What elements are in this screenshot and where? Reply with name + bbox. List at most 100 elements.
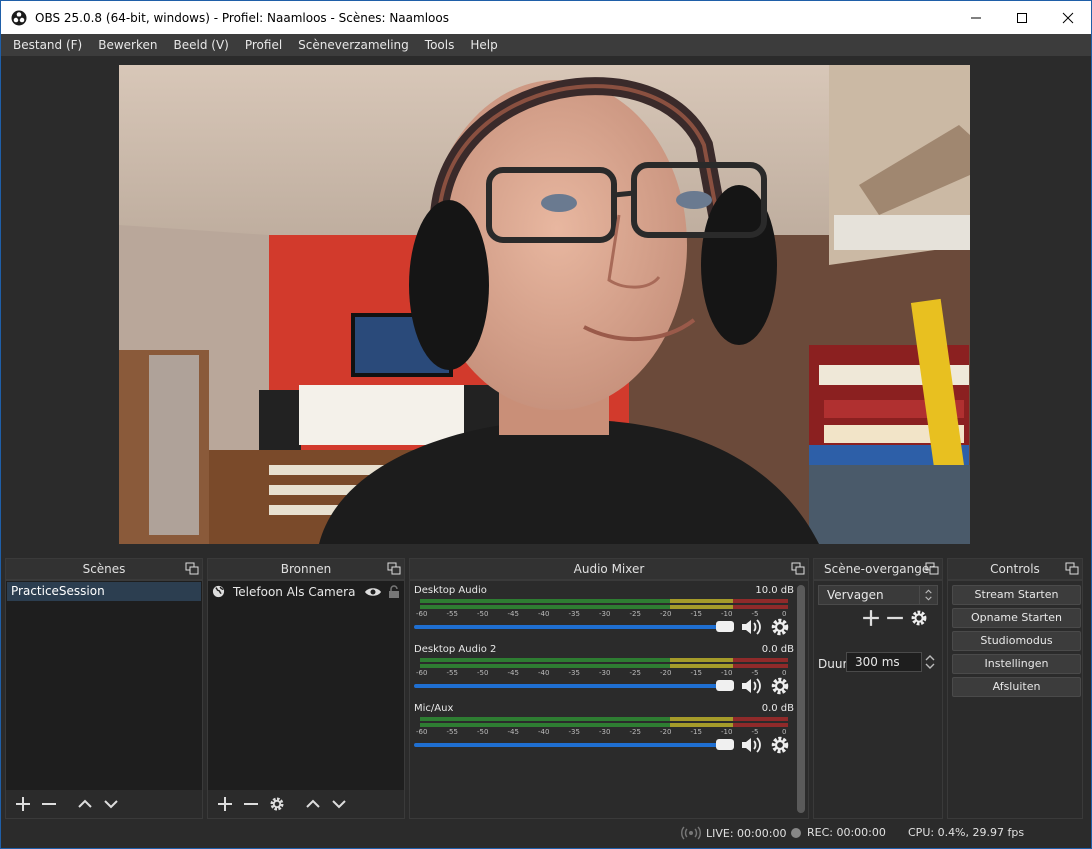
preview-area: [1, 56, 1091, 553]
add-scene-button[interactable]: [12, 793, 34, 815]
settings-button[interactable]: Instellingen: [952, 654, 1081, 674]
source-label: Telefoon Als Camera: [233, 584, 356, 599]
meter-tick-label: -60: [416, 728, 428, 736]
gear-icon[interactable]: [770, 676, 790, 696]
volume-slider[interactable]: [414, 684, 734, 688]
scenes-header: Scènes: [5, 558, 203, 580]
undock-icon[interactable]: [925, 562, 939, 576]
add-source-button[interactable]: [214, 793, 236, 815]
meter-tick-label: -25: [629, 728, 641, 736]
gear-icon[interactable]: [910, 609, 928, 627]
undock-icon[interactable]: [387, 562, 401, 576]
volume-meter: [420, 658, 788, 662]
move-source-up-button[interactable]: [302, 793, 324, 815]
cpu-status: CPU: 0.4%, 29.97 fps: [908, 826, 1024, 839]
speaker-icon[interactable]: [740, 617, 762, 637]
unlock-icon[interactable]: [388, 584, 400, 599]
minimize-button[interactable]: [953, 1, 999, 34]
transition-select[interactable]: Vervagen: [818, 585, 938, 605]
meter-tick-label: -40: [538, 669, 550, 677]
meter-ticks: -60 -55 -50 -45 -40 -35 -30 -25 -20 -15 -10 -5 0: [414, 669, 794, 679]
meter-tick-label: -15: [690, 669, 702, 677]
meter-tick-label: -60: [416, 669, 428, 677]
move-scene-down-button[interactable]: [100, 793, 122, 815]
eye-icon[interactable]: [364, 586, 382, 598]
mixer-header: Audio Mixer: [409, 558, 809, 580]
stream-start-button[interactable]: Stream Starten: [952, 585, 1081, 605]
meter-tick-label: -45: [507, 728, 519, 736]
meter-tick-label: -55: [446, 669, 458, 677]
exit-button[interactable]: Afsluiten: [952, 677, 1081, 697]
controls-dock: Controls Stream Starten Opname Starten S…: [947, 558, 1083, 819]
transition-selected: Vervagen: [827, 588, 884, 602]
volume-slider-handle[interactable]: [716, 739, 734, 750]
remove-scene-button[interactable]: [38, 793, 60, 815]
menu-sceneverzameling[interactable]: Scèneverzameling: [290, 34, 417, 56]
remove-source-button[interactable]: [240, 793, 262, 815]
meter-tick-label: -40: [538, 728, 550, 736]
scrollbar-thumb[interactable]: [797, 585, 805, 813]
meter-tick-label: -50: [477, 610, 489, 618]
mixer-channel: Desktop Audio 2 0.0 dB -60 -55 -50 -45 -40 -3…: [414, 644, 794, 702]
channel-db: 10.0 dB: [755, 585, 794, 596]
move-scene-up-button[interactable]: [74, 793, 96, 815]
sources-title: Bronnen: [280, 562, 332, 576]
obs-window: OBS 25.0.8 (64-bit, windows) - Profiel: …: [0, 0, 1092, 849]
channel-name: Desktop Audio: [414, 585, 487, 596]
channel-db: 0.0 dB: [761, 644, 794, 655]
source-properties-button[interactable]: [266, 793, 288, 815]
duration-stepper-icon[interactable]: [922, 652, 938, 672]
channel-db: 0.0 dB: [761, 703, 794, 714]
move-source-down-button[interactable]: [328, 793, 350, 815]
undock-icon[interactable]: [185, 562, 199, 576]
add-transition-icon[interactable]: [862, 609, 880, 627]
undock-icon[interactable]: [791, 562, 805, 576]
maximize-button[interactable]: [999, 1, 1045, 34]
volume-slider-handle[interactable]: [716, 621, 734, 632]
gear-icon[interactable]: [770, 735, 790, 755]
scene-item-practicesession[interactable]: PracticeSession: [7, 582, 201, 601]
studio-mode-button[interactable]: Studiomodus: [952, 631, 1081, 651]
channel-name: Mic/Aux: [414, 703, 454, 714]
menu-bestand[interactable]: Bestand (F): [5, 34, 90, 56]
volume-meter: [420, 717, 788, 721]
source-item-telefoon[interactable]: Telefoon Als Camera: [208, 582, 404, 601]
menu-tools[interactable]: Tools: [417, 34, 463, 56]
speaker-icon[interactable]: [740, 735, 762, 755]
close-button[interactable]: [1045, 1, 1091, 34]
remove-transition-icon[interactable]: [886, 609, 904, 627]
transitions-body: Vervagen Duur 300 ms: [813, 580, 943, 819]
volume-slider[interactable]: [414, 625, 734, 629]
updown-arrows-icon: [919, 586, 932, 604]
broadcast-icon: [681, 826, 701, 840]
menu-beeld[interactable]: Beeld (V): [166, 34, 237, 56]
minus-icon: [42, 803, 56, 805]
volume-slider-handle[interactable]: [716, 680, 734, 691]
mixer-scrollbar[interactable]: [797, 585, 805, 813]
speaker-icon[interactable]: [740, 676, 762, 696]
preview-canvas[interactable]: [119, 65, 970, 544]
menu-bewerken[interactable]: Bewerken: [90, 34, 165, 56]
meter-tick-label: -45: [507, 610, 519, 618]
chevron-down-icon: [104, 800, 118, 809]
maximize-icon: [1017, 12, 1027, 23]
menu-help[interactable]: Help: [462, 34, 505, 56]
gear-icon[interactable]: [770, 617, 790, 637]
duration-input[interactable]: 300 ms: [846, 652, 922, 672]
meter-tick-label: -50: [477, 669, 489, 677]
meter-tick-label: -10: [721, 610, 733, 618]
meter-tick-label: -45: [507, 669, 519, 677]
rec-status: REC: 00:00:00: [790, 826, 886, 839]
sources-header: Bronnen: [207, 558, 405, 580]
volume-meter: [420, 605, 788, 609]
undock-icon[interactable]: [1065, 562, 1079, 576]
record-start-button[interactable]: Opname Starten: [952, 608, 1081, 628]
meter-tick-label: -50: [477, 728, 489, 736]
mixer-title: Audio Mixer: [573, 562, 645, 576]
volume-slider[interactable]: [414, 743, 734, 747]
status-bar: LIVE: 00:00:00 REC: 00:00:00 CPU: 0.4%, …: [1, 819, 1091, 848]
duration-label: Duur: [818, 657, 848, 671]
minimize-icon: [971, 17, 981, 18]
menu-profiel[interactable]: Profiel: [237, 34, 290, 56]
live-status: LIVE: 00:00:00: [681, 826, 786, 840]
